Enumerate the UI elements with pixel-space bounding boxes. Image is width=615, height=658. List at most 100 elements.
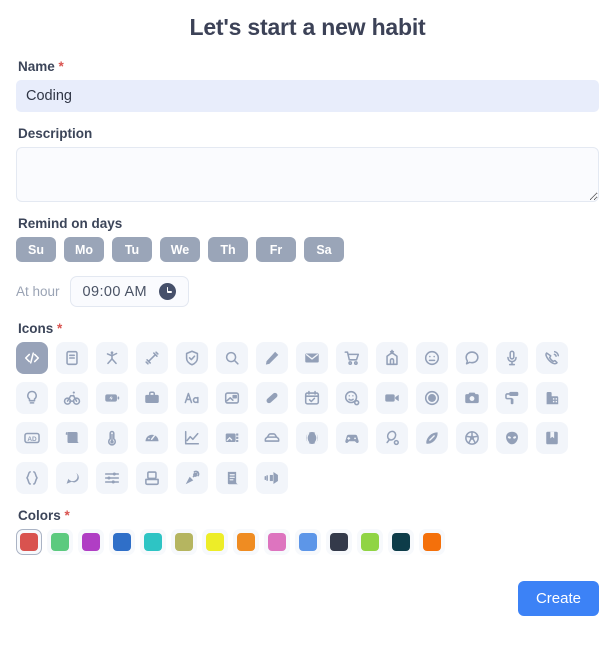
icon-tile-confetti-icon[interactable] <box>176 462 208 494</box>
clock-icon <box>159 283 176 300</box>
icon-tile-football-icon[interactable] <box>416 422 448 454</box>
icon-tile-bookmark-book-icon[interactable] <box>536 422 568 454</box>
icon-tile-ink-drop-icon[interactable] <box>56 462 88 494</box>
color-swatch-light-blue[interactable] <box>295 529 321 555</box>
icon-tile-alien-icon[interactable] <box>496 422 528 454</box>
icon-tile-ad-badge-icon[interactable]: AD <box>16 422 48 454</box>
icon-tile-bicycle-icon[interactable] <box>56 382 88 414</box>
icon-tile-battery-charging-icon[interactable] <box>96 382 128 414</box>
icon-tile-thermometer-icon[interactable] <box>96 422 128 454</box>
icon-tile-sliders-icon[interactable] <box>96 462 128 494</box>
icon-tile-video-camera-icon[interactable] <box>376 382 408 414</box>
color-swatch-yellow[interactable] <box>202 529 228 555</box>
icon-tile-braces-icon[interactable] <box>16 462 48 494</box>
icon-tile-scroll-icon[interactable] <box>216 462 248 494</box>
icons-label-text: Icons <box>18 321 54 336</box>
color-swatch-olive[interactable] <box>171 529 197 555</box>
icon-tile-search-icon[interactable] <box>216 342 248 374</box>
color-swatch-pink[interactable] <box>264 529 290 555</box>
icon-tile-text-size-icon[interactable] <box>176 382 208 414</box>
color-swatch-teal[interactable] <box>140 529 166 555</box>
icon-tile-calendar-check-icon[interactable] <box>296 382 328 414</box>
color-chip <box>330 533 348 551</box>
icon-tile-briefcase-icon[interactable] <box>136 382 168 414</box>
time-picker[interactable]: 09:00 AM <box>69 276 189 307</box>
time-value: 09:00 AM <box>82 283 147 300</box>
page-title: Let's start a new habit <box>189 14 426 40</box>
icon-tile-banner-icon[interactable] <box>56 422 88 454</box>
color-chip <box>113 533 131 551</box>
icon-tile-lightbulb-icon[interactable] <box>16 382 48 414</box>
icon-tile-line-chart-icon[interactable] <box>176 422 208 454</box>
color-swatch-dark-teal[interactable] <box>388 529 414 555</box>
day-pill-su[interactable]: Su <box>16 237 56 262</box>
color-chip <box>175 533 193 551</box>
text-size-icon <box>183 389 201 407</box>
calendar-check-icon <box>303 389 321 407</box>
icon-tile-smiley-icon[interactable] <box>416 342 448 374</box>
icon-tile-code-icon[interactable] <box>16 342 48 374</box>
day-pill-mo[interactable]: Mo <box>64 237 104 262</box>
icon-tile-envelope-icon[interactable] <box>296 342 328 374</box>
create-button[interactable]: Create <box>517 581 599 616</box>
color-swatch-purple[interactable] <box>78 529 104 555</box>
paint-roller-icon <box>503 389 521 407</box>
color-chip <box>392 533 410 551</box>
color-swatch-orange[interactable] <box>233 529 259 555</box>
color-swatch-bright-orange[interactable] <box>419 529 445 555</box>
ad-badge-icon: AD <box>23 429 41 447</box>
icon-tile-church-icon[interactable] <box>376 342 408 374</box>
color-chip <box>423 533 441 551</box>
icon-tile-dumbbell-icon[interactable] <box>136 342 168 374</box>
icon-tile-baseball-icon[interactable] <box>296 422 328 454</box>
icon-tile-paint-roller-icon[interactable] <box>496 382 528 414</box>
colors-required-marker: * <box>64 508 70 523</box>
icon-tile-gauge-icon[interactable] <box>136 422 168 454</box>
icon-tile-car-icon[interactable] <box>256 422 288 454</box>
icon-tile-factory-icon[interactable] <box>536 382 568 414</box>
description-textarea[interactable] <box>16 147 599 202</box>
day-pill-fr[interactable]: Fr <box>256 237 296 262</box>
color-chip <box>82 533 100 551</box>
icon-tile-megaphone-icon[interactable] <box>256 462 288 494</box>
color-swatch-red[interactable] <box>16 529 42 555</box>
day-pill-we[interactable]: We <box>160 237 200 262</box>
icon-tile-gamepad-icon[interactable] <box>336 422 368 454</box>
name-input[interactable] <box>16 80 599 112</box>
name-label: Name * <box>18 59 599 74</box>
icon-tile-microphone-icon[interactable] <box>496 342 528 374</box>
icon-tile-print-fold-icon[interactable] <box>136 462 168 494</box>
code-icon <box>23 349 41 367</box>
color-swatch-blue[interactable] <box>109 529 135 555</box>
icon-tile-record-circle-icon[interactable] <box>416 382 448 414</box>
icon-tile-shopping-cart-icon[interactable] <box>336 342 368 374</box>
icon-tile-photo-gallery-icon[interactable] <box>216 422 248 454</box>
sliders-icon <box>103 469 121 487</box>
name-required-marker: * <box>58 59 64 74</box>
icon-tile-yoga-person-icon[interactable] <box>96 342 128 374</box>
color-swatch-dark-navy[interactable] <box>326 529 352 555</box>
icon-tile-tennis-racket-icon[interactable] <box>376 422 408 454</box>
football-icon <box>423 429 441 447</box>
thermometer-icon <box>103 429 121 447</box>
description-label: Description <box>18 126 93 141</box>
icon-tile-camera-icon[interactable] <box>456 382 488 414</box>
print-fold-icon <box>143 469 161 487</box>
color-swatch-green[interactable] <box>47 529 73 555</box>
icon-tile-soccer-ball-icon[interactable] <box>456 422 488 454</box>
icon-tile-pill-icon[interactable] <box>256 382 288 414</box>
icon-tile-chat-bubble-icon[interactable] <box>456 342 488 374</box>
icon-tile-image-icon[interactable] <box>216 382 248 414</box>
day-pill-tu[interactable]: Tu <box>112 237 152 262</box>
icon-tile-book-icon[interactable] <box>56 342 88 374</box>
icon-tile-phone-ring-icon[interactable] <box>536 342 568 374</box>
icon-tile-shield-check-icon[interactable] <box>176 342 208 374</box>
icon-tile-pencil-icon[interactable] <box>256 342 288 374</box>
color-swatch-lime[interactable] <box>357 529 383 555</box>
bicycle-icon <box>63 389 81 407</box>
day-pill-sa[interactable]: Sa <box>304 237 344 262</box>
battery-charging-icon <box>103 389 121 407</box>
day-pill-th[interactable]: Th <box>208 237 248 262</box>
icon-tile-smiley-search-icon[interactable] <box>336 382 368 414</box>
envelope-icon <box>303 349 321 367</box>
